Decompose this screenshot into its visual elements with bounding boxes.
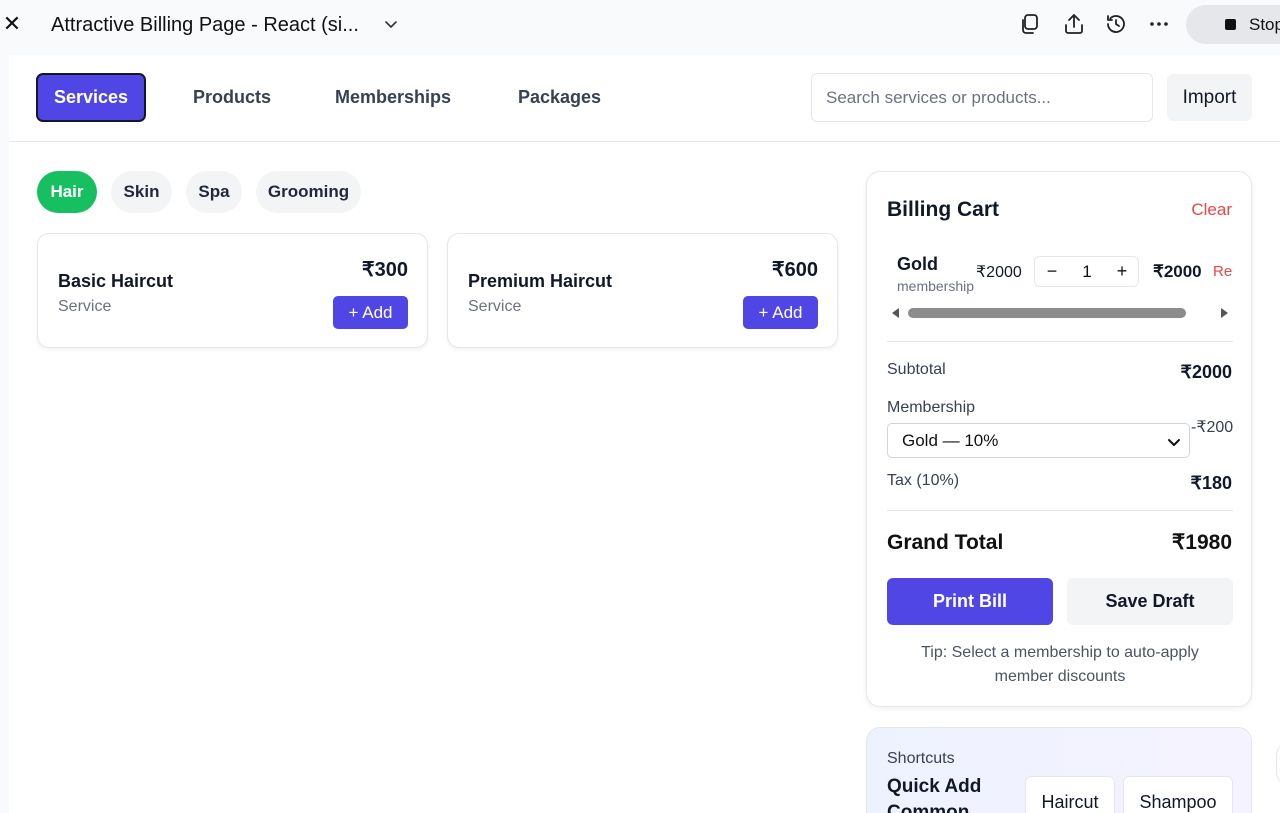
chevron-down-icon — [1168, 439, 1180, 446]
stop-button[interactable]: Stop — [1186, 5, 1280, 44]
cart-title: Billing Cart — [887, 198, 1000, 221]
print-bill-button[interactable]: Print Bill — [887, 578, 1053, 625]
add-to-cart-button[interactable]: + Add — [333, 296, 408, 329]
tab-packages[interactable]: Packages — [518, 73, 601, 122]
scrollbar-thumb[interactable] — [908, 308, 1186, 318]
add-to-cart-button[interactable]: + Add — [743, 296, 818, 329]
cart-item-total: ₹2000 — [1153, 262, 1202, 281]
more-options-icon[interactable] — [1147, 12, 1171, 36]
history-icon[interactable] — [1104, 12, 1128, 36]
item-type: Service — [58, 298, 112, 315]
chevron-down-icon[interactable] — [383, 16, 399, 32]
membership-select[interactable]: Gold — 10% — [887, 423, 1190, 458]
remove-item-button[interactable]: Remove — [1213, 263, 1233, 281]
membership-label: Membership — [887, 399, 976, 416]
item-price: ₹600 — [771, 259, 818, 281]
tab-products[interactable]: Products — [193, 73, 271, 122]
window-titlebar: ✕ Attractive Billing Page - React (si...… — [0, 0, 1280, 52]
side-panel-handle[interactable] — [1276, 741, 1280, 787]
stop-icon — [1225, 19, 1236, 30]
scroll-left-icon[interactable] — [892, 308, 899, 318]
shortcuts-label: Shortcuts — [887, 750, 955, 767]
stop-label: Stop — [1249, 15, 1280, 34]
catalog-card: Basic Haircut Service ₹300 + Add — [37, 233, 428, 348]
grand-total-label: Grand Total — [887, 531, 1004, 554]
tax-label: Tax (10%) — [887, 472, 960, 489]
close-icon[interactable]: ✕ — [2, 10, 22, 38]
cart-item-category: membership — [897, 278, 975, 294]
increase-qty-button[interactable]: + — [1105, 257, 1139, 286]
chip-skin[interactable]: Skin — [111, 171, 172, 213]
billing-app: Services Products Memberships Packages I… — [9, 55, 1280, 813]
subtotal-label: Subtotal — [887, 361, 946, 378]
shortcut-haircut-button[interactable]: Haircut — [1025, 776, 1115, 813]
save-draft-button[interactable]: Save Draft — [1067, 578, 1233, 625]
subtotal-value: ₹2000 — [1180, 362, 1233, 382]
divider — [887, 510, 1233, 511]
horizontal-scrollbar[interactable] — [887, 306, 1233, 320]
tax-value: ₹180 — [1190, 473, 1232, 493]
grand-total-value: ₹1980 — [1171, 531, 1232, 554]
clear-cart-button[interactable]: Clear — [1191, 200, 1232, 220]
copy-icon[interactable] — [1018, 12, 1042, 36]
share-icon[interactable] — [1062, 12, 1086, 36]
membership-select-value: Gold — 10% — [902, 431, 999, 450]
import-button[interactable]: Import — [1167, 74, 1252, 121]
item-name: Premium Haircut — [468, 271, 613, 291]
cart-item-unit-price: ₹2000 — [976, 264, 1022, 281]
shortcut-shampoo-button[interactable]: Shampoo — [1123, 776, 1233, 813]
divider — [887, 341, 1233, 342]
cart-item-name: Gold — [897, 254, 938, 274]
window-title: Attractive Billing Page - React (si... — [51, 14, 359, 36]
scroll-right-icon[interactable] — [1221, 308, 1228, 318]
shortcuts-panel: Shortcuts Quick Add Common Haircut Shamp… — [866, 727, 1252, 813]
search-input[interactable] — [811, 73, 1153, 122]
shortcuts-title: Quick Add Common — [887, 776, 982, 813]
item-name: Basic Haircut — [58, 271, 174, 291]
header-divider — [9, 141, 1280, 142]
chip-grooming[interactable]: Grooming — [256, 171, 361, 213]
chip-spa[interactable]: Spa — [186, 171, 242, 213]
billing-cart: Billing Cart Clear Gold membership ₹2000… — [866, 171, 1252, 707]
catalog-card: Premium Haircut Service ₹600 + Add — [447, 233, 838, 348]
tab-memberships[interactable]: Memberships — [335, 73, 451, 122]
quantity-stepper: − 1 + — [1034, 256, 1139, 287]
tip-text: Tip: Select a membership to auto-apply m… — [921, 644, 1199, 685]
item-price: ₹300 — [361, 259, 408, 281]
tab-services[interactable]: Services — [36, 73, 146, 122]
chip-hair[interactable]: Hair — [37, 171, 97, 213]
quantity-value: 1 — [1082, 262, 1092, 281]
membership-discount: -₹200 — [1191, 419, 1234, 436]
decrease-qty-button[interactable]: − — [1035, 257, 1069, 286]
item-type: Service — [468, 298, 522, 315]
